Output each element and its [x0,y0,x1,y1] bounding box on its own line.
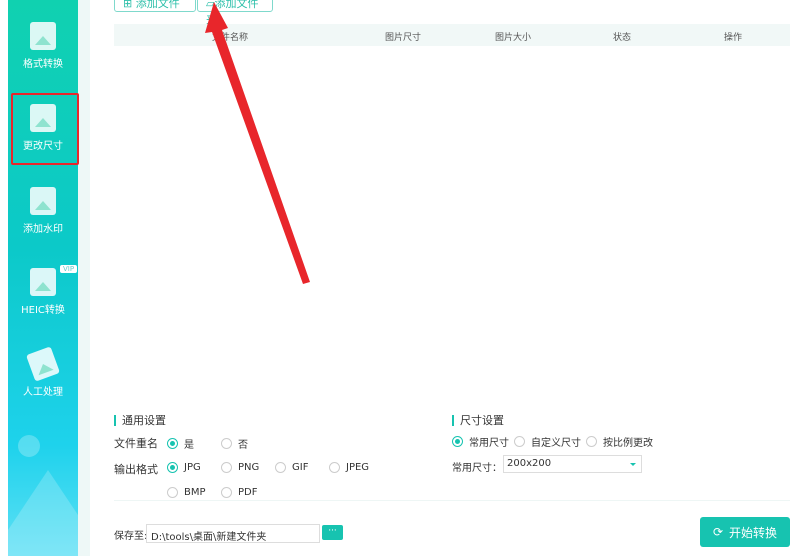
sidebar-item-label: HEIC转换 [21,305,65,316]
add-folder-button[interactable]: ▱添加文件夹 [197,0,273,26]
sidebar-item-heic[interactable]: HEIC转换 [8,268,78,316]
size-common-radio[interactable]: 常用尺寸 [452,434,509,449]
sidebar: 格式转换 更改尺寸 添加水印 HEIC转换 VIP 人工处理 [8,0,78,556]
format-pdf-radio[interactable]: PDF [221,487,257,498]
size-custom-radio[interactable]: 自定义尺寸 [514,434,581,449]
decoration-circle [18,435,40,457]
format-jpg-radio[interactable]: JPG [167,462,201,473]
column-header: 图片尺寸 [384,33,422,43]
common-size-label: 常用尺寸： [452,463,502,474]
sidebar-item-label: 人工处理 [23,387,63,398]
column-header: 图片大小 [494,33,532,43]
sidebar-item-label: 添加水印 [23,224,63,235]
save-label: 保存至: [114,531,148,542]
sidebar-item-manual[interactable]: 人工处理 [8,346,78,398]
format-label: 输出格式 [114,463,158,476]
rename-label: 文件重名 [114,437,158,450]
start-convert-button[interactable]: ⟳ 开始转换 [700,517,790,547]
format-jpeg-radio[interactable]: JPEG [329,462,369,473]
start-convert-label: 开始转换 [729,525,778,540]
common-size-value: 200x200 [507,458,552,469]
image-convert-icon [30,22,56,50]
add-file-button[interactable]: ⊞ 添加文件 [114,0,196,12]
format-png-radio[interactable]: PNG [221,462,259,473]
save-path-input[interactable]: D:\tools\桌面\新建文件夹 [146,524,320,543]
size-settings-title: 尺寸设置 [452,415,504,426]
column-header: 文件名称 [211,33,249,43]
heic-icon [30,268,56,296]
common-size-select[interactable]: 200x200 [503,455,642,473]
sidebar-item-label: 格式转换 [23,59,63,70]
sidebar-divider [78,0,90,556]
column-header: 状态 [612,33,632,43]
format-bmp-radio[interactable]: BMP [167,487,206,498]
format-gif-radio[interactable]: GIF [275,462,308,473]
rename-yes-radio[interactable]: 是 [167,436,194,451]
browse-button[interactable]: ··· [322,525,343,540]
sidebar-item-format-convert[interactable]: 格式转换 [8,22,78,70]
manual-process-icon [25,346,61,382]
vip-badge: VIP [60,265,78,273]
add-file-icon: ⊞ [123,0,136,10]
divider [114,500,790,501]
column-header: 操作 [723,33,743,43]
add-file-label: 添加文件 [135,0,180,10]
highlight-box [11,93,79,165]
rename-no-radio[interactable]: 否 [221,436,248,451]
general-settings-title: 通用设置 [114,415,166,426]
add-folder-label: 添加文件夹 [206,0,259,26]
refresh-icon: ⟳ [712,525,724,539]
watermark-icon [30,187,56,215]
sidebar-item-watermark[interactable]: 添加水印 [8,187,78,235]
file-table-header: 文件名称 图片尺寸 图片大小 状态 操作 [114,24,790,46]
chevron-down-icon [630,463,636,466]
decoration-mountain [8,470,78,556]
size-ratio-radio[interactable]: 按比例更改 [586,434,653,449]
